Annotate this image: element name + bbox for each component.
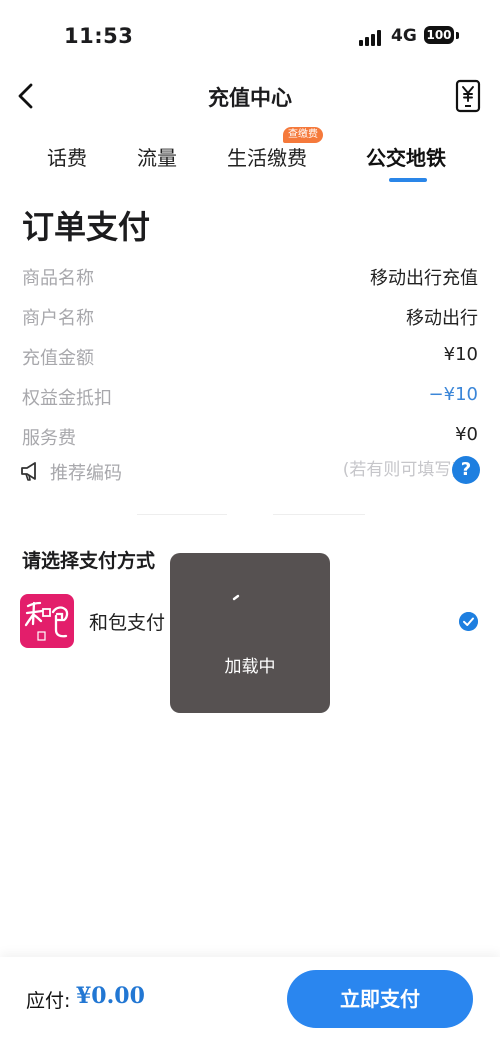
order-row-merchant: 商户名称 移动出行 <box>22 302 478 332</box>
battery-icon: 100 <box>424 26 454 44</box>
referral-code-row: 推荐编码 ? <box>20 456 480 488</box>
yuan-phone-icon <box>455 79 481 113</box>
category-tabs: 话费 流量 生活缴费 查缴费 公交地铁 <box>0 127 500 188</box>
row-value: 移动出行充值 <box>370 268 478 289</box>
order-row-product: 商品名称 移动出行充值 <box>22 262 478 292</box>
bill-button[interactable] <box>453 78 483 114</box>
hebao-logo <box>20 594 74 648</box>
network-type: 4G <box>391 26 417 46</box>
row-value: ¥10 <box>443 344 478 365</box>
divider <box>137 514 227 515</box>
row-value-discount: −¥10 <box>428 384 478 405</box>
battery-tip <box>456 32 459 39</box>
tab-badge: 查缴费 <box>283 127 323 143</box>
row-label: 权益金抵扣 <box>22 388 112 409</box>
payment-method-title: 请选择支付方式 <box>22 550 156 572</box>
status-time: 11:53 <box>64 24 134 48</box>
order-title: 订单支付 <box>22 208 151 246</box>
tab-transit[interactable]: 公交地铁 <box>366 142 446 171</box>
row-value: ¥0 <box>455 424 478 445</box>
tab-data[interactable]: 流量 <box>137 142 177 171</box>
payment-option-name: 和包支付 <box>89 612 166 634</box>
order-row-service-fee: 服务费 ¥0 <box>22 422 478 452</box>
row-label: 充值金额 <box>22 348 94 369</box>
order-row-amount: 充值金额 ¥10 <box>22 342 478 372</box>
hebao-logo-art <box>24 601 69 641</box>
referral-code-input[interactable] <box>220 456 458 484</box>
row-value: 移动出行 <box>406 308 478 329</box>
megaphone-icon <box>21 462 36 481</box>
row-label: 商户名称 <box>22 308 94 329</box>
divider <box>273 514 365 515</box>
order-row-discount: 权益金抵扣 −¥10 <box>22 382 478 412</box>
loading-toast: 加载中 <box>170 553 330 713</box>
bottom-bar: 应付: ¥0.00 立即支付 <box>0 957 500 1059</box>
referral-code-label: 推荐编码 <box>50 463 122 484</box>
pay-now-button[interactable]: 立即支付 <box>287 970 473 1028</box>
active-tab-indicator <box>389 178 427 182</box>
help-icon[interactable]: ? <box>452 456 480 484</box>
row-label: 服务费 <box>22 428 76 449</box>
row-label: 商品名称 <box>22 268 94 289</box>
loading-text: 加载中 <box>224 657 276 677</box>
amount-due-label: 应付: <box>26 990 71 1012</box>
tab-phone-bill[interactable]: 话费 <box>47 142 87 171</box>
check-icon[interactable] <box>459 612 478 631</box>
loading-spinner-icon <box>232 594 240 601</box>
tab-utilities[interactable]: 生活缴费 <box>227 142 307 171</box>
page-title: 充值中心 <box>208 86 292 110</box>
status-bar: 11:53 4G 100 <box>0 0 500 70</box>
signal-icon <box>359 28 385 46</box>
amount-due-value: ¥0.00 <box>76 983 145 1009</box>
